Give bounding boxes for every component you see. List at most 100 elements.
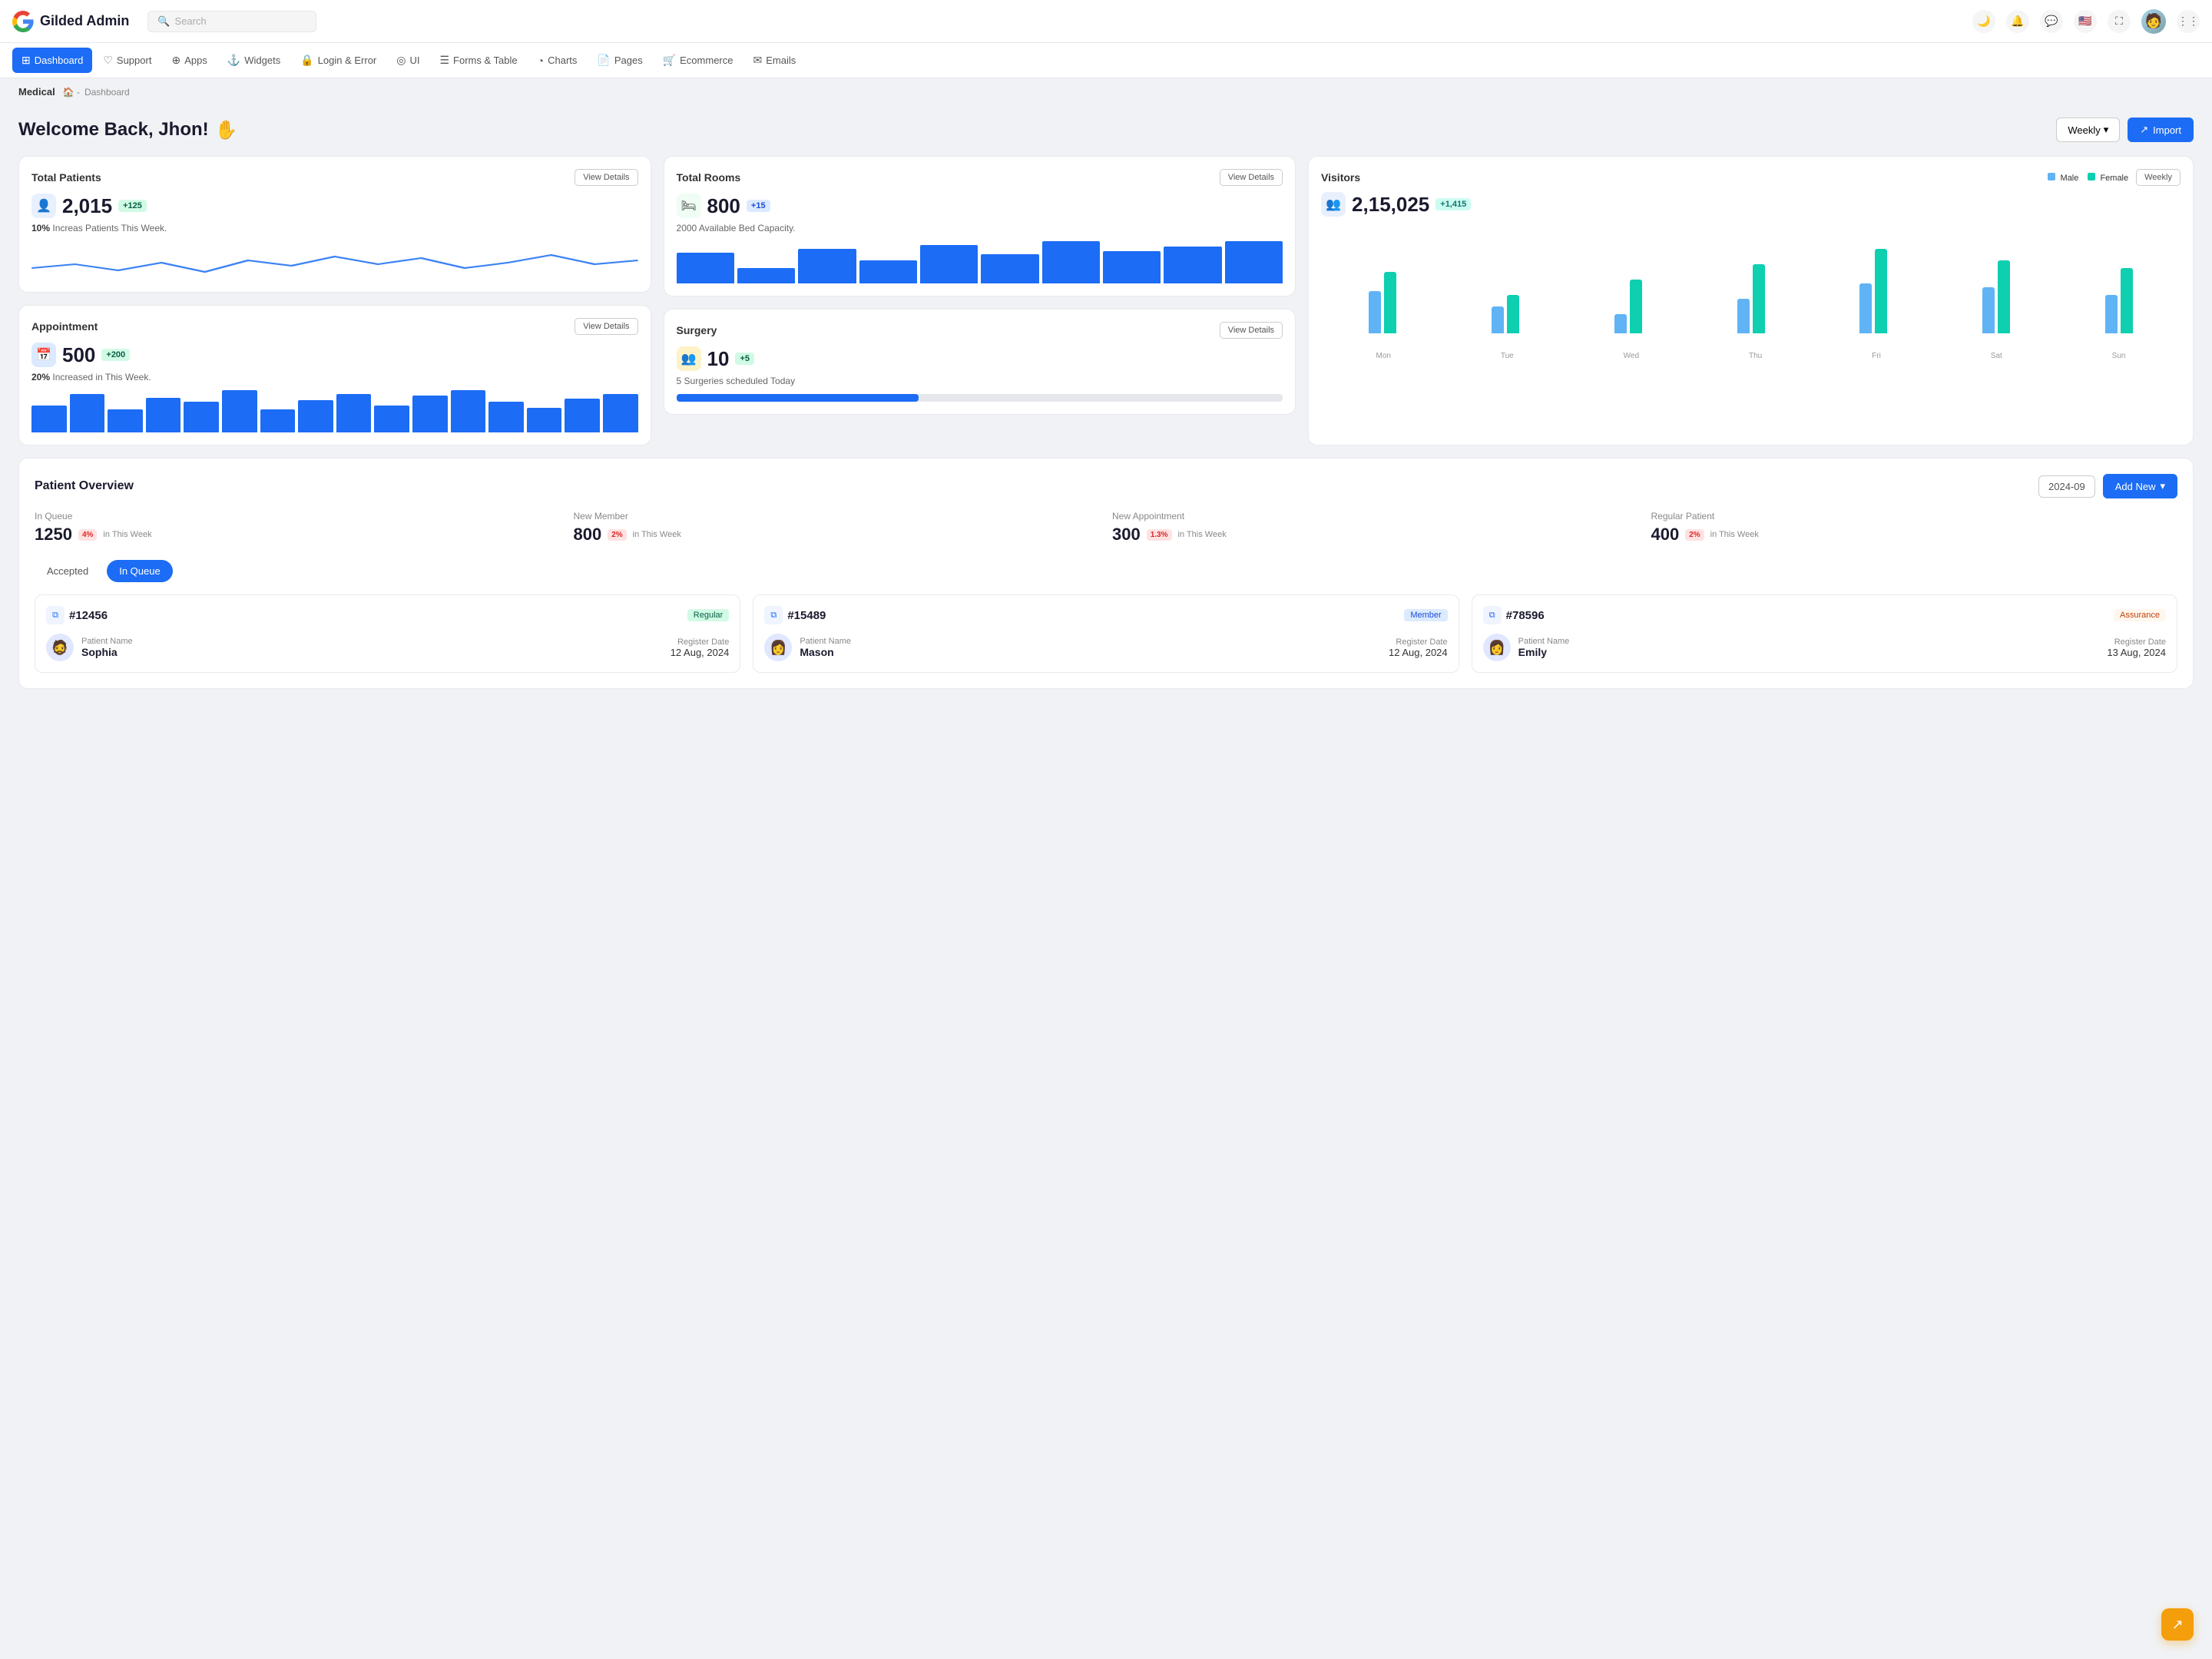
- bar: [298, 400, 333, 432]
- sparkline-svg: [31, 241, 638, 280]
- menu-label-dashboard: Dashboard: [35, 55, 84, 66]
- male-dot: [2048, 173, 2055, 180]
- bar: [451, 390, 486, 432]
- surgery-number: 10: [707, 347, 730, 371]
- menu-item-pages[interactable]: 📄 Pages: [588, 48, 651, 73]
- label-mon: Mon: [1376, 352, 1391, 360]
- patient-tabs: Accepted In Queue: [35, 560, 2177, 582]
- bar: [677, 253, 734, 283]
- legend-female: Female: [2088, 173, 2128, 183]
- grid-icon[interactable]: ⋮⋮: [2177, 10, 2200, 33]
- surgery-badge: +5: [735, 353, 754, 365]
- add-new-button[interactable]: Add New ▾: [2103, 474, 2177, 498]
- menu-item-dashboard[interactable]: ⊞ Dashboard: [12, 48, 92, 73]
- appointment-stat: 📅 500 +200: [31, 343, 638, 367]
- bar-group-thu: [1737, 264, 1765, 333]
- rooms-card-header: Total Rooms View Details: [677, 169, 1283, 186]
- label-sun: Sun: [2112, 352, 2126, 360]
- bar: [222, 390, 257, 432]
- fab-button[interactable]: ↗: [2161, 1608, 2194, 1641]
- menu-item-forms-table[interactable]: ☰ Forms & Table: [430, 48, 526, 73]
- stat-in-queue: In Queue 1250 4% in This Week: [35, 511, 561, 545]
- new-appt-badge: 1.3%: [1147, 529, 1172, 541]
- bar: [31, 406, 67, 432]
- search-bar[interactable]: 🔍 Search: [147, 11, 316, 32]
- bar: [1103, 251, 1161, 283]
- patient-id-2: #78596: [1506, 609, 1545, 622]
- patient-id-0: #12456: [69, 609, 108, 622]
- menu-item-widgets[interactable]: ⚓ Widgets: [218, 48, 290, 73]
- patient-id-row-0: ⧉ #12456: [46, 606, 108, 624]
- new-member-num-row: 800 2% in This Week: [574, 525, 1101, 545]
- patient-overview-title: Patient Overview: [35, 479, 134, 493]
- patient-id-row-2: ⧉ #78596: [1483, 606, 1545, 624]
- new-appt-num-row: 300 1.3% in This Week: [1112, 525, 1639, 545]
- patient-details-1: Patient Name Mason: [800, 637, 1381, 658]
- patient-overview-section: Patient Overview 2024-09 Add New ▾ In Qu…: [18, 458, 2194, 689]
- menu-item-emails[interactable]: ✉ Emails: [744, 48, 806, 73]
- tab-accepted[interactable]: Accepted: [35, 560, 101, 582]
- female-bar: [1875, 249, 1887, 333]
- label-wed: Wed: [1624, 352, 1639, 360]
- patient-date-2: 13 Aug, 2024: [2107, 647, 2166, 658]
- stat-new-appointment: New Appointment 300 1.3% in This Week: [1112, 511, 1639, 545]
- theme-toggle-icon[interactable]: 🌙: [1972, 10, 1995, 33]
- menu-item-login-error[interactable]: 🔒 Login & Error: [291, 48, 386, 73]
- copy-icon-2[interactable]: ⧉: [1483, 606, 1502, 624]
- flag-icon[interactable]: 🇺🇸: [2074, 10, 2097, 33]
- bar: [374, 406, 409, 432]
- bar: [1225, 241, 1283, 283]
- total-patients-view-details[interactable]: View Details: [575, 169, 637, 186]
- bar: [412, 396, 448, 432]
- label-sat: Sat: [1991, 352, 2002, 360]
- brand-name: Gilded Admin: [40, 13, 129, 29]
- bar-group-mon: [1369, 272, 1396, 333]
- visitors-weekly-btn[interactable]: Weekly: [2136, 169, 2181, 186]
- in-queue-sub: in This Week: [103, 530, 151, 539]
- female-bar: [1630, 280, 1642, 333]
- bar: [70, 394, 105, 432]
- breadcrumb-section: Medical: [18, 86, 55, 98]
- avatar[interactable]: 🧑: [2141, 9, 2166, 34]
- label-thu: Thu: [1749, 352, 1762, 360]
- total-rooms-view-details[interactable]: View Details: [1220, 169, 1283, 186]
- patient-info-1: 👩 Patient Name Mason Register Date 12 Au…: [764, 634, 1447, 661]
- rooms-icon: 🛏: [677, 194, 701, 218]
- weekly-button[interactable]: Weekly ▾: [2056, 118, 2120, 142]
- menu-item-apps[interactable]: ⊕ Apps: [162, 48, 216, 73]
- menu-item-ecommerce[interactable]: 🛒 Ecommerce: [654, 48, 743, 73]
- patient-badge-2: Assurance: [2114, 609, 2166, 621]
- menu-item-ui[interactable]: ◎ UI: [387, 48, 429, 73]
- import-button[interactable]: ↗ Import: [2128, 118, 2194, 142]
- in-queue-number: 1250: [35, 525, 72, 545]
- notification-icon[interactable]: 🔔: [2006, 10, 2029, 33]
- regular-sub: in This Week: [1710, 530, 1759, 539]
- menu-item-charts[interactable]: ◔ Charts: [528, 48, 587, 73]
- visitors-legend: Male Female: [2048, 173, 2128, 183]
- patient-card-header-0: ⧉ #12456 Regular: [46, 606, 729, 624]
- appointment-icon: 📅: [31, 343, 56, 367]
- tab-in-queue[interactable]: In Queue: [107, 560, 173, 582]
- regular-badge: 2%: [1685, 529, 1704, 541]
- dashboard-icon: ⊞: [22, 54, 31, 67]
- appointment-view-details[interactable]: View Details: [575, 318, 637, 335]
- wave-emoji: ✋: [215, 119, 238, 141]
- chat-icon[interactable]: 💬: [2040, 10, 2063, 33]
- bar-group-sat: [1982, 260, 2010, 333]
- bar-group-tue: [1492, 295, 1519, 333]
- chart-bars: [1321, 226, 2181, 349]
- new-member-sub: in This Week: [633, 530, 681, 539]
- copy-icon-0[interactable]: ⧉: [46, 606, 65, 624]
- main-content: Welcome Back, Jhon! ✋ Weekly ▾ ↗ Import …: [0, 105, 2212, 707]
- expand-icon[interactable]: ⛶: [2108, 10, 2131, 33]
- surgery-card-header: Surgery View Details: [677, 322, 1283, 339]
- patient-name-0: Sophia: [81, 646, 663, 658]
- fab-icon: ↗: [2171, 1617, 2183, 1633]
- menu-item-support[interactable]: ♡ Support: [94, 48, 161, 73]
- copy-icon-1[interactable]: ⧉: [764, 606, 783, 624]
- bar: [920, 245, 978, 283]
- rooms-stat: 🛏 800 +15: [677, 194, 1283, 218]
- surgery-title: Surgery: [677, 324, 717, 336]
- welcome-title: Welcome Back, Jhon! ✋: [18, 119, 238, 141]
- surgery-view-details[interactable]: View Details: [1220, 322, 1283, 339]
